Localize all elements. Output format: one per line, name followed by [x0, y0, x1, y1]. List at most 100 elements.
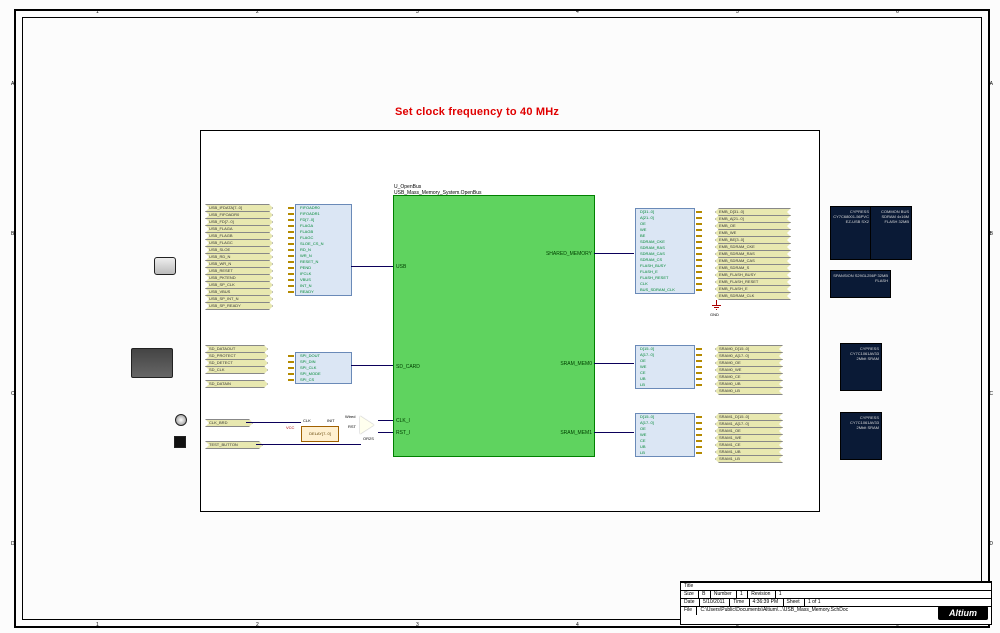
ruler-bot-2: 2	[256, 622, 259, 628]
sysport-usb[interactable]: USB	[396, 264, 406, 270]
port-mem-9[interactable]: EMB_FLASH_BUSY	[715, 271, 791, 279]
harness-sram0[interactable]: D[15..0] A[17..0] OE WE CE UB LB	[635, 345, 695, 389]
gnd-label: GND	[710, 312, 719, 317]
wire-clk	[246, 422, 301, 423]
port-sram0-6[interactable]: SRAM0_LB	[715, 387, 783, 395]
port-sram1-6[interactable]: SRAM1_LB	[715, 455, 783, 463]
port-sd-3[interactable]: SD_CLK	[205, 366, 268, 374]
port-mem-1[interactable]: EMB_A[21..0]	[715, 215, 791, 223]
sysport-sdcard[interactable]: SD_CARD	[396, 364, 420, 370]
port-sd-4[interactable]: SD_DATAIN	[205, 380, 268, 388]
chip-cy: CYPRESS CY7C68001-56PVC EZ-USB SX2	[830, 206, 872, 260]
label-vcc: VCC	[286, 425, 294, 430]
port-sram1-4[interactable]: SRAM1_CE	[715, 441, 783, 449]
label-rst: RST	[348, 424, 356, 429]
delay-component[interactable]: DELAY[7..0]	[301, 426, 339, 442]
port-usb-6[interactable]: USB_SLOE	[205, 246, 273, 254]
wire-sd	[351, 365, 393, 366]
port-usb-14[interactable]: USB_SP_READY	[205, 302, 273, 310]
harness-usb[interactable]: FIFOADR0 FIFOADR1 FD[7..0] FLAGA FLAGB F…	[295, 204, 352, 296]
port-usb-9[interactable]: USB_RESET	[205, 267, 273, 275]
tb-file-l: File	[681, 607, 695, 615]
chip-sram1: CYPRESS CY7C1061AV33 2Mbit SRAM	[840, 412, 882, 460]
wire-test	[256, 444, 361, 445]
harness-mem[interactable]: D[31..0] A[21..0] OE WE BE SDRAM_CKE SDR…	[635, 208, 695, 294]
port-sd-2[interactable]: SD_DETECT	[205, 359, 268, 367]
ruler-top-5: 5	[736, 9, 739, 15]
ruler-bot-4: 4	[576, 622, 579, 628]
port-sram1-0[interactable]: SRAM1_D[15..0]	[715, 413, 783, 421]
brand-logo: Altium	[938, 606, 988, 620]
photo-sd-socket	[131, 348, 173, 378]
openbus-system[interactable]: U_OpenBus USB_Mass_Memory_System.OpenBus…	[393, 195, 595, 457]
port-mem-7[interactable]: EMB_SDRAM_CAS	[715, 257, 791, 265]
port-usb-4[interactable]: USB_FLAGB	[205, 232, 273, 240]
port-usb-11[interactable]: USB_SP_CLK	[205, 281, 273, 289]
port-sram0-2[interactable]: SRAM0_OE	[715, 359, 783, 367]
port-usb-7[interactable]: USB_RD_N	[205, 253, 273, 261]
port-sram0-4[interactable]: SRAM0_CE	[715, 373, 783, 381]
ruler-left-c: C	[11, 391, 15, 397]
sysport-sharedmem[interactable]: SHARED_MEMORY	[546, 251, 592, 257]
port-mem-4[interactable]: EMB_BE[3..0]	[715, 236, 791, 244]
ruler-top-4: 4	[576, 9, 579, 15]
harness-sd[interactable]: SPI_DOUT SPI_DIN SPI_CLK SPI_MODE SPI_CS	[295, 352, 352, 384]
port-mem-12[interactable]: EMB_SDRAM_CLK	[715, 292, 791, 300]
port-usb-5[interactable]: USB_FLAGC	[205, 239, 273, 247]
wire-sram0	[594, 363, 634, 364]
harness-sram1[interactable]: D[15..0] A[17..0] OE WE CE UB LB	[635, 413, 695, 457]
sysport-sram1[interactable]: SRAM_MEM1	[560, 430, 592, 436]
port-sram0-0[interactable]: SRAM0_D[15..0]	[715, 345, 783, 353]
port-sram1-5[interactable]: SRAM1_UB	[715, 448, 783, 456]
photo-clock	[175, 414, 187, 426]
schematic-note[interactable]: Set clock frequency to 40 MHz	[395, 106, 559, 118]
label-wired: Wired	[345, 414, 355, 419]
ruler-bot-1: 1	[96, 622, 99, 628]
port-mem-10[interactable]: EMB_FLASH_RESET	[715, 278, 791, 286]
gnd-symbol[interactable]	[711, 300, 723, 312]
ruler-right-d: D	[989, 541, 993, 547]
port-sram0-3[interactable]: SRAM0_WE	[715, 366, 783, 374]
port-usb-3[interactable]: USB_FLAGA	[205, 225, 273, 233]
port-mem-2[interactable]: EMB_OE	[715, 222, 791, 230]
port-sram0-1[interactable]: SRAM0_A[17..0]	[715, 352, 783, 360]
port-mem-5[interactable]: EMB_SDRAM_CKE	[715, 243, 791, 251]
wire-sram1	[594, 432, 634, 433]
ruler-right-c: C	[989, 391, 993, 397]
sysport-rst[interactable]: RST_I	[396, 430, 410, 436]
port-mem-8[interactable]: EMB_SDRAM_S	[715, 264, 791, 272]
label-clk-pin: CLK	[303, 418, 311, 423]
ruler-top-1: 1	[96, 9, 99, 15]
ruler-left-a: A	[11, 81, 14, 87]
port-usb-2[interactable]: USB_FD[7..0]	[205, 218, 273, 226]
wire-mem	[594, 253, 634, 254]
port-usb-1[interactable]: USB_FIFOADR0	[205, 211, 273, 219]
port-sram0-5[interactable]: SRAM0_UB	[715, 380, 783, 388]
port-clk-brd[interactable]: CLK_BRD	[205, 419, 253, 427]
port-mem-11[interactable]: EMB_FLASH_E	[715, 285, 791, 293]
chip-sram0: CYPRESS CY7C1061AV33 2Mbit SRAM	[840, 343, 882, 391]
or-gate[interactable]	[360, 416, 380, 434]
port-sram1-2[interactable]: SRAM1_OE	[715, 427, 783, 435]
port-mem-3[interactable]: EMB_WE	[715, 229, 791, 237]
ruler-top-6: 6	[896, 9, 899, 15]
port-mem-0[interactable]: EMB_D[31..0]	[715, 208, 791, 216]
port-sd-1[interactable]: SD_PROTECT	[205, 352, 268, 360]
schematic-sheet[interactable]: 1 2 3 4 5 6 1 2 3 4 5 6 A B C D A B C D …	[0, 0, 1000, 633]
port-sram1-3[interactable]: SRAM1_WE	[715, 434, 783, 442]
wire-rst-to-sys	[378, 432, 393, 433]
photo-usb-chip	[154, 257, 176, 275]
port-usb-10[interactable]: USB_PKTEND	[205, 274, 273, 282]
sysport-sram0[interactable]: SRAM_MEM0	[560, 361, 592, 367]
wire-clk-to-sys	[378, 420, 393, 421]
port-test-button[interactable]: TEST_BUTTON	[205, 441, 263, 449]
port-sd-0[interactable]: SD_DATAOUT	[205, 345, 268, 353]
ruler-left-b: B	[11, 231, 14, 237]
port-usb-8[interactable]: USB_WR_N	[205, 260, 273, 268]
port-usb-12[interactable]: USB_VBUS	[205, 288, 273, 296]
port-mem-6[interactable]: EMB_SDRAM_RAS	[715, 250, 791, 258]
port-usb-13[interactable]: USB_SP_INT_N	[205, 295, 273, 303]
port-sram1-1[interactable]: SRAM1_A[17..0]	[715, 420, 783, 428]
sysport-clk[interactable]: CLK_I	[396, 418, 410, 424]
port-usb-0[interactable]: USB_IFDATA[7..0]	[205, 204, 273, 212]
